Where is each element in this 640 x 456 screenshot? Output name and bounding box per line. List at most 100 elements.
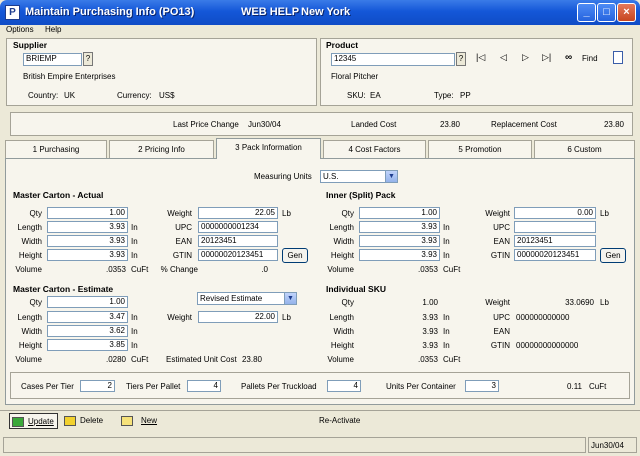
- sku-upc-value: 000000000000: [516, 313, 570, 322]
- last-record-icon[interactable]: ▷|: [542, 52, 554, 64]
- web-help-link[interactable]: WEB HELP: [241, 6, 299, 18]
- new-button[interactable]: New: [121, 413, 157, 429]
- tab-pricing-info[interactable]: 2 Pricing Info: [109, 140, 214, 158]
- product-lookup-button[interactable]: ?: [456, 52, 466, 66]
- type-value: PP: [460, 91, 471, 100]
- delete-button[interactable]: Delete: [64, 413, 103, 429]
- mce-width-input[interactable]: 3.62: [47, 325, 128, 337]
- mce-height-input[interactable]: 3.85: [47, 339, 128, 351]
- units-per-container-input[interactable]: 3: [465, 380, 499, 392]
- document-icon[interactable]: [613, 51, 623, 64]
- tab-cost-factors[interactable]: 4 Cost Factors: [323, 140, 426, 158]
- first-record-icon[interactable]: |◁: [476, 52, 488, 64]
- inner-width-input[interactable]: 3.93: [359, 235, 440, 247]
- minimize-icon[interactable]: _: [577, 3, 596, 22]
- mca-ean-label: EAN: [175, 237, 192, 246]
- status-date: Jun30/04: [588, 437, 637, 453]
- tab-purchasing[interactable]: 1 Purchasing: [5, 140, 107, 158]
- previous-record-icon[interactable]: ◁: [500, 52, 510, 64]
- close-icon[interactable]: ×: [617, 3, 636, 22]
- mca-volume-unit: CuFt: [131, 265, 149, 274]
- estimate-type-select[interactable]: Revised Estimate ▼: [197, 292, 297, 305]
- tab-custom[interactable]: 6 Custom: [534, 140, 635, 158]
- cases-per-tier-input[interactable]: 2: [80, 380, 115, 392]
- sku-width-unit: In: [443, 327, 450, 336]
- tiers-per-pallet-input[interactable]: 4: [187, 380, 221, 392]
- menu-options[interactable]: Options: [6, 25, 34, 34]
- menu-help[interactable]: Help: [45, 25, 61, 34]
- mce-length-input[interactable]: 3.47: [47, 311, 128, 323]
- type-label: Type:: [434, 91, 454, 100]
- mca-height-input[interactable]: 3.93: [47, 249, 128, 261]
- inner-length-label: Length: [329, 223, 354, 232]
- mca-ean-input[interactable]: 20123451: [198, 235, 278, 247]
- sku-ean-label: EAN: [493, 327, 510, 336]
- inner-pack-heading: Inner (Split) Pack: [326, 190, 396, 200]
- mca-weight-label: Weight: [167, 209, 192, 218]
- last-price-change-label: Last Price Change: [173, 120, 239, 129]
- sku-weight-label: Weight: [485, 298, 510, 307]
- mce-qty-input[interactable]: 1.00: [47, 296, 128, 308]
- inner-upc-input[interactable]: [514, 221, 596, 233]
- units-per-container-label: Units Per Container: [386, 382, 456, 391]
- mca-gtin-label: GTIN: [172, 251, 192, 260]
- product-heading: Product: [326, 40, 359, 50]
- mca-weight-input[interactable]: 22.05: [198, 207, 278, 219]
- inner-ean-input[interactable]: 20123451: [514, 235, 596, 247]
- toolbar-divider: [0, 410, 640, 411]
- inner-width-label: Width: [333, 237, 354, 246]
- landed-cost-label: Landed Cost: [351, 120, 397, 129]
- minus-icon: [64, 415, 76, 426]
- mca-upc-input[interactable]: 0000000001234: [198, 221, 278, 233]
- sku-upc-label: UPC: [493, 313, 510, 322]
- product-code-input[interactable]: 12345: [331, 53, 455, 66]
- mce-weight-unit: Lb: [282, 313, 291, 322]
- currency-value: US$: [159, 91, 175, 100]
- supplier-code-input[interactable]: BRIEMP: [23, 53, 82, 66]
- mca-gtin-input[interactable]: 00000020123451: [198, 249, 278, 261]
- chevron-down-icon[interactable]: ▼: [385, 171, 397, 182]
- window-title: Maintain Purchasing Info (PO13): [25, 6, 195, 18]
- next-record-icon[interactable]: ▷: [522, 52, 532, 64]
- reactivate-button[interactable]: Re-Activate: [319, 413, 360, 429]
- mce-width-unit: In: [131, 327, 138, 336]
- tab-promotion[interactable]: 5 Promotion: [428, 140, 532, 158]
- measuring-units-select[interactable]: U.S. ▼: [320, 170, 398, 183]
- mce-length-label: Length: [17, 313, 42, 322]
- sku-qty-value: 1.00: [422, 298, 438, 307]
- tab-pack-information[interactable]: 3 Pack Information: [216, 138, 321, 159]
- container-cuft-unit: CuFt: [589, 382, 607, 391]
- mca-pct-change-value: .0: [261, 265, 268, 274]
- inner-weight-input[interactable]: 0.00: [514, 207, 596, 219]
- find-button[interactable]: Find: [582, 54, 598, 63]
- pallets-per-truckload-input[interactable]: 4: [327, 380, 361, 392]
- inner-gen-button[interactable]: Gen: [600, 248, 626, 263]
- mca-gen-button[interactable]: Gen: [282, 248, 308, 263]
- mca-length-input[interactable]: 3.93: [47, 221, 128, 233]
- mca-qty-input[interactable]: 1.00: [47, 207, 128, 219]
- supplier-lookup-button[interactable]: ?: [83, 52, 93, 66]
- location-label: New York: [301, 6, 351, 18]
- inner-width-unit: In: [443, 237, 450, 246]
- landed-cost-value: 23.80: [439, 120, 460, 129]
- mce-weight-input[interactable]: 22.00: [198, 311, 278, 323]
- inner-height-input[interactable]: 3.93: [359, 249, 440, 261]
- master-carton-actual-heading: Master Carton - Actual: [13, 190, 104, 200]
- inner-qty-input[interactable]: 1.00: [359, 207, 440, 219]
- inner-gtin-input[interactable]: 00000020123451: [514, 249, 596, 261]
- status-message: [3, 437, 586, 453]
- binoculars-icon[interactable]: ∞: [565, 52, 577, 64]
- sku-length-value: 3.93: [422, 313, 438, 322]
- mce-height-unit: In: [131, 341, 138, 350]
- mca-width-input[interactable]: 3.93: [47, 235, 128, 247]
- measuring-units-value: U.S.: [323, 172, 339, 181]
- inner-weight-label: Weight: [485, 209, 510, 218]
- inner-length-input[interactable]: 3.93: [359, 221, 440, 233]
- update-label: Update: [28, 417, 54, 426]
- maximize-icon[interactable]: □: [597, 3, 616, 22]
- mca-qty-label: Qty: [29, 209, 42, 218]
- individual-sku-heading: Individual SKU: [326, 284, 386, 294]
- update-button[interactable]: Update: [9, 413, 58, 429]
- chevron-down-icon[interactable]: ▼: [284, 293, 296, 304]
- inner-height-unit: In: [443, 251, 450, 260]
